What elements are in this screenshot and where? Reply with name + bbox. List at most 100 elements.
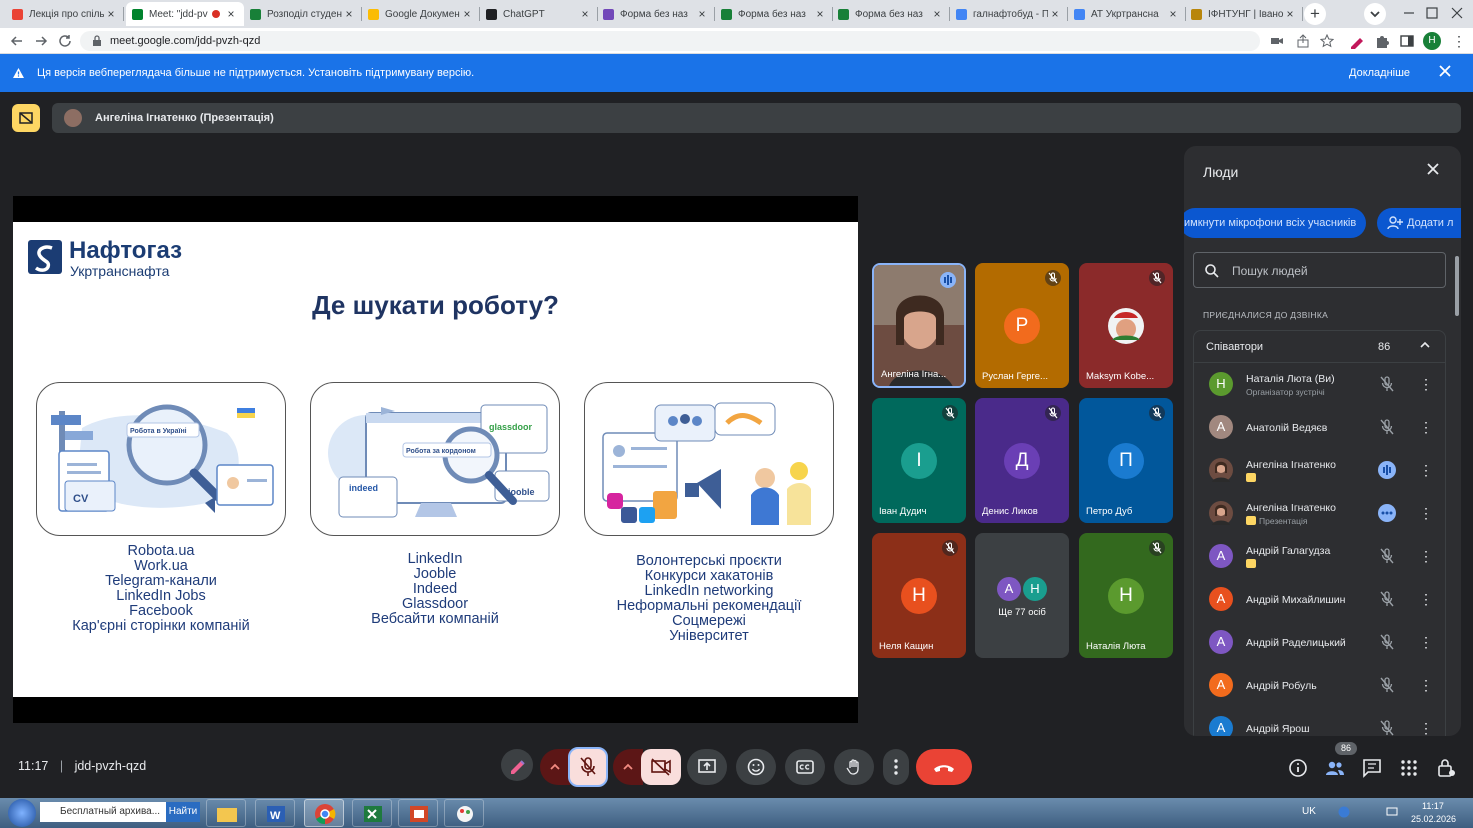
participant-more-icon[interactable]: ⋮ (1419, 591, 1433, 608)
participant-tile[interactable]: Ангеліна Ігна... (872, 263, 966, 388)
forward-button[interactable] (32, 32, 50, 50)
participant-tile[interactable]: Р Руслан Герге... (975, 263, 1069, 388)
participant-row[interactable]: А Андрій Раделицький ⋮ (1194, 621, 1445, 664)
participant-more-icon[interactable]: ⋮ (1419, 462, 1433, 479)
tab-close-icon[interactable]: × (460, 7, 474, 21)
tab-close-icon[interactable]: × (578, 7, 592, 21)
mic-toggle-button[interactable] (568, 747, 608, 787)
tab-close-icon[interactable]: × (695, 7, 709, 21)
tab-close-icon[interactable]: × (224, 7, 238, 21)
meeting-code[interactable]: jdd-pvzh-qzd (75, 759, 147, 773)
participant-more-icon[interactable]: ⋮ (1419, 419, 1433, 436)
participant-row[interactable]: Ангеліна Ігнатенко Презентація ⋮ (1194, 492, 1445, 535)
camera-options-button[interactable] (613, 749, 643, 785)
keyboard-language[interactable]: UK (1302, 806, 1316, 817)
browser-tab[interactable]: ChatGPT × (480, 2, 598, 26)
network-tray-icon[interactable] (1386, 806, 1398, 818)
raise-hand-button[interactable] (834, 749, 874, 785)
participant-tile[interactable]: Maksym Kobe... (1079, 263, 1173, 388)
mic-off-icon[interactable] (1378, 633, 1396, 651)
taskbar-search-input[interactable]: Бесплатный архива... (40, 802, 166, 822)
participant-more-icon[interactable]: ⋮ (1419, 376, 1433, 393)
browser-tab[interactable]: Meet: "jdd-pv × (126, 2, 244, 26)
tab-close-icon[interactable]: × (1166, 7, 1180, 21)
learn-more-link[interactable]: Докладніше (1349, 67, 1410, 79)
leave-call-button[interactable] (916, 749, 972, 785)
more-options-button[interactable] (883, 749, 909, 785)
start-button[interactable] (8, 799, 36, 827)
browser-tab[interactable]: Форма без наз × (715, 2, 833, 26)
participant-tile[interactable]: Д Денис Ликов (975, 398, 1069, 523)
browser-tab[interactable]: Розподіл студен × (244, 2, 362, 26)
panel-scrollbar[interactable] (1455, 256, 1459, 316)
participant-more-icon[interactable]: ⋮ (1419, 677, 1433, 694)
browser-tab[interactable]: Google Докумен × (362, 2, 480, 26)
participant-more-icon[interactable]: ⋮ (1419, 634, 1433, 651)
new-tab-button[interactable]: + (1304, 3, 1326, 25)
browser-menu-button[interactable]: ⋮ (1452, 33, 1466, 49)
participant-tile[interactable]: Н Неля Кащин (872, 533, 966, 658)
browser-tab[interactable]: АТ Укртрансна × (1068, 2, 1186, 26)
explorer-taskbar-button[interactable] (206, 799, 246, 827)
minimize-button[interactable] (1398, 2, 1420, 24)
profile-avatar[interactable]: Н (1423, 32, 1441, 50)
people-search-input[interactable]: Пошук людей (1193, 252, 1446, 288)
activities-button[interactable] (1398, 757, 1420, 779)
browser-tab[interactable]: ІФНТУНГ | Івано × (1185, 2, 1303, 26)
participant-more-icon[interactable]: ⋮ (1419, 720, 1433, 736)
browser-tab[interactable]: галнафтобуд - П × (950, 2, 1068, 26)
side-panel-icon[interactable] (1399, 33, 1415, 49)
presenting-more-icon[interactable] (1378, 504, 1396, 522)
participant-tile[interactable]: І Іван Дудич (872, 398, 966, 523)
mic-off-icon[interactable] (1378, 547, 1396, 565)
close-window-button[interactable] (1446, 2, 1468, 24)
participant-row[interactable]: Н Наталія Люта (Ви) Організатор зустрічі ⋮ (1194, 363, 1445, 406)
browser-tab[interactable]: Лекція про спіль × (6, 2, 124, 26)
browser-tab[interactable]: Форма без наз × (597, 2, 715, 26)
mic-off-icon[interactable] (1378, 719, 1396, 736)
participant-tile[interactable]: П Петро Дуб (1079, 398, 1173, 523)
help-tray-icon[interactable] (1338, 806, 1350, 818)
word-taskbar-button[interactable]: W (255, 799, 295, 827)
present-screen-button[interactable] (687, 749, 727, 785)
participant-row[interactable]: А Анатолій Ведяєв ⋮ (1194, 406, 1445, 449)
tab-close-icon[interactable]: × (1048, 7, 1062, 21)
address-bar[interactable]: meet.google.com/jdd-pvzh-qzd (80, 31, 1334, 51)
mute-all-button[interactable]: имкнути мікрофони всіх учасників (1184, 208, 1366, 238)
mic-options-button[interactable] (540, 749, 570, 785)
host-controls-button[interactable] (1435, 757, 1457, 779)
close-people-panel-icon[interactable] (1426, 162, 1440, 176)
participant-more-icon[interactable]: ⋮ (1419, 548, 1433, 565)
meeting-details-button[interactable] (1287, 757, 1309, 779)
paint-taskbar-button[interactable] (444, 799, 484, 827)
tab-close-icon[interactable]: × (342, 7, 356, 21)
excel-taskbar-button[interactable] (352, 799, 392, 827)
more-participants-tile[interactable]: А Н Ще 77 осіб (975, 533, 1069, 658)
contributors-group-header[interactable]: Співавтори 86 (1194, 331, 1445, 363)
participant-row[interactable]: А Андрій Робуль ⋮ (1194, 664, 1445, 707)
participant-more-icon[interactable]: ⋮ (1419, 505, 1433, 522)
tab-search-button[interactable] (1364, 3, 1386, 25)
banner-close-icon[interactable] (1438, 64, 1452, 78)
chrome-taskbar-button[interactable] (304, 799, 344, 827)
mic-off-icon[interactable] (1378, 375, 1396, 393)
tab-close-icon[interactable]: × (104, 7, 118, 21)
participant-tile[interactable]: Н Наталія Люта (1079, 533, 1173, 658)
mic-off-icon[interactable] (1378, 590, 1396, 608)
participant-row[interactable]: А Андрій Галагудза ⋮ (1194, 535, 1445, 578)
participant-row[interactable]: А Андрій Ярош ⋮ (1194, 707, 1445, 736)
mic-off-icon[interactable] (1378, 418, 1396, 436)
browser-tab[interactable]: Форма без наз × (832, 2, 950, 26)
presentation-badge[interactable] (12, 104, 40, 132)
powerpoint-taskbar-button[interactable] (398, 799, 438, 827)
puzzle-icon[interactable] (1374, 33, 1390, 49)
annotate-button[interactable] (501, 749, 533, 781)
tab-close-icon[interactable]: × (813, 7, 827, 21)
star-icon[interactable] (1320, 34, 1334, 48)
people-button[interactable] (1324, 757, 1346, 779)
tab-close-icon[interactable]: × (930, 7, 944, 21)
camera-toggle-button[interactable] (641, 749, 681, 785)
add-people-button[interactable]: Додати л (1377, 208, 1461, 238)
mic-off-icon[interactable] (1378, 676, 1396, 694)
tab-close-icon[interactable]: × (1283, 7, 1297, 21)
